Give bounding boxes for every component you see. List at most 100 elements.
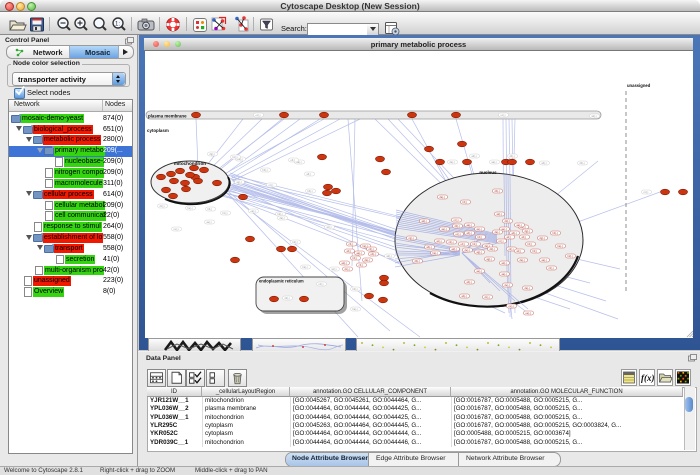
svg-text:da(-): da(-) (520, 259, 525, 262)
svg-text:bf(-): bf(-) (353, 257, 358, 260)
svg-text:af(-): af(-) (517, 250, 522, 253)
svg-text:db(-): db(-) (510, 155, 515, 158)
svg-text:ef(-): ef(-) (461, 243, 466, 246)
svg-text:db(-): db(-) (580, 162, 585, 165)
svg-text:endoplasmic reticulum: endoplasmic reticulum (259, 279, 304, 284)
svg-text:aa(-): aa(-) (502, 273, 507, 276)
svg-text:1:: 1: (115, 21, 120, 27)
svg-text:aa(-): aa(-) (357, 252, 362, 255)
svg-text:da(-): da(-) (450, 161, 455, 164)
svg-text:aa(-): aa(-) (517, 224, 522, 227)
svg-text:dc(-): dc(-) (345, 268, 350, 271)
svg-text:ab(-): ab(-) (472, 155, 477, 158)
svg-text:ab(-): ab(-) (467, 281, 472, 284)
svg-text:cytoplasm: cytoplasm (147, 128, 169, 133)
svg-text:ag(-): ag(-) (237, 181, 242, 184)
svg-text:ae(-): ae(-) (442, 228, 447, 231)
svg-text:af(-): af(-) (507, 236, 512, 239)
svg-text:ad(-): ad(-) (422, 220, 427, 223)
svg-text:db(-): db(-) (455, 225, 460, 228)
svg-text:cc(-): cc(-) (499, 240, 504, 243)
svg-text:cf(-): cf(-) (359, 264, 364, 267)
svg-text:ab(-): ab(-) (462, 295, 467, 298)
svg-text:bf(-): bf(-) (528, 243, 533, 246)
svg-text:ac(-): ac(-) (437, 240, 442, 243)
svg-text:cc(-): cc(-) (644, 191, 649, 194)
svg-text:de(-): de(-) (505, 284, 510, 287)
svg-text:ab(-): ab(-) (542, 162, 547, 165)
svg-text:ec(-): ec(-) (256, 114, 261, 117)
svg-text:cc(-): cc(-) (454, 219, 459, 222)
svg-text:cc(-): cc(-) (269, 184, 274, 187)
svg-text:bf(-): bf(-) (533, 250, 538, 253)
svg-text:ec(-): ec(-) (456, 233, 461, 236)
svg-text:ce(-): ce(-) (509, 305, 514, 308)
svg-text:bb(-): bb(-) (353, 288, 358, 291)
svg-text:bc(-): bc(-) (223, 212, 228, 215)
svg-text:cb(-): cb(-) (549, 267, 554, 270)
svg-text:bb(-): bb(-) (553, 232, 558, 235)
svg-text:ag(-): ag(-) (487, 258, 492, 261)
svg-text:ad(-): ad(-) (452, 248, 457, 251)
svg-text:db(-): db(-) (415, 260, 420, 263)
svg-text:ba(-): ba(-) (303, 266, 308, 269)
svg-text:bf(-): bf(-) (478, 236, 483, 239)
svg-text:aa(-): aa(-) (492, 161, 497, 164)
svg-text:cg(-): cg(-) (409, 237, 414, 240)
svg-text:ad(-): ad(-) (592, 115, 597, 118)
svg-text:da(-): da(-) (495, 231, 500, 234)
svg-text:af(-): af(-) (522, 236, 527, 239)
svg-text:bf(-): bf(-) (463, 201, 468, 204)
svg-text:ac(-): ac(-) (332, 268, 337, 271)
svg-text:ba(-): ba(-) (558, 245, 563, 248)
svg-text:ba(-): ba(-) (433, 252, 438, 255)
svg-text:ae(-): ae(-) (477, 270, 482, 273)
svg-text:ab(-): ab(-) (427, 246, 432, 249)
svg-text:ba(-): ba(-) (353, 308, 358, 311)
svg-text:cd(-): cd(-) (319, 283, 324, 286)
svg-text:nucleus: nucleus (479, 170, 497, 175)
svg-text:cd(-): cd(-) (449, 241, 454, 244)
svg-text:ec(-): ec(-) (501, 114, 506, 117)
svg-text:ad(-): ad(-) (497, 213, 502, 216)
svg-text:da(-): da(-) (525, 287, 530, 290)
svg-text:ab(-): ab(-) (512, 232, 517, 235)
svg-text:plasma membrane: plasma membrane (148, 114, 187, 119)
svg-text:bd(-): bd(-) (278, 213, 283, 216)
svg-text:af(-): af(-) (347, 250, 352, 253)
svg-text:da(-): da(-) (280, 217, 285, 220)
svg-text:dc(-): dc(-) (485, 296, 490, 299)
svg-text:db(-): db(-) (495, 190, 500, 193)
svg-text:f(x): f(x) (641, 373, 654, 383)
svg-text:ad(-): ad(-) (387, 255, 392, 258)
svg-text:dg(-): dg(-) (540, 237, 545, 240)
svg-text:bf(-): bf(-) (473, 243, 478, 246)
svg-text:aa(-): aa(-) (467, 224, 472, 227)
svg-text:bd(-): bd(-) (568, 255, 573, 258)
svg-text:da(-): da(-) (365, 259, 370, 262)
svg-text:af(-): af(-) (307, 173, 312, 176)
svg-text:dg(-): dg(-) (210, 153, 215, 156)
svg-text:ac(-): ac(-) (327, 226, 332, 229)
svg-text:da(-): da(-) (440, 196, 445, 199)
svg-text:dg(-): dg(-) (525, 230, 530, 233)
svg-text:ad(-): ad(-) (502, 262, 507, 265)
svg-text:aa(-): aa(-) (542, 259, 547, 262)
svg-text:dd(-): dd(-) (505, 220, 510, 223)
svg-text:ee(-): ee(-) (526, 312, 531, 315)
svg-text:dd(-): dd(-) (490, 248, 495, 251)
svg-text:bb(-): bb(-) (308, 190, 313, 193)
svg-text:ae(-): ae(-) (207, 221, 212, 224)
svg-text:cd(-): cd(-) (509, 248, 514, 251)
svg-text:ae(-): ae(-) (477, 228, 482, 231)
svg-text:bf(-): bf(-) (208, 208, 213, 211)
svg-text:ea(-): ea(-) (251, 210, 256, 213)
svg-text:mitochondrion: mitochondrion (174, 161, 206, 166)
svg-text:cd(-): cd(-) (369, 248, 374, 251)
svg-text:ad(-): ad(-) (342, 262, 347, 265)
svg-text:be(-): be(-) (188, 207, 193, 210)
svg-text:de(-): de(-) (465, 249, 470, 252)
svg-text:ce(-): ce(-) (174, 228, 179, 231)
svg-text:bd(-): bd(-) (293, 241, 298, 244)
svg-text:ab(-): ab(-) (467, 232, 472, 235)
